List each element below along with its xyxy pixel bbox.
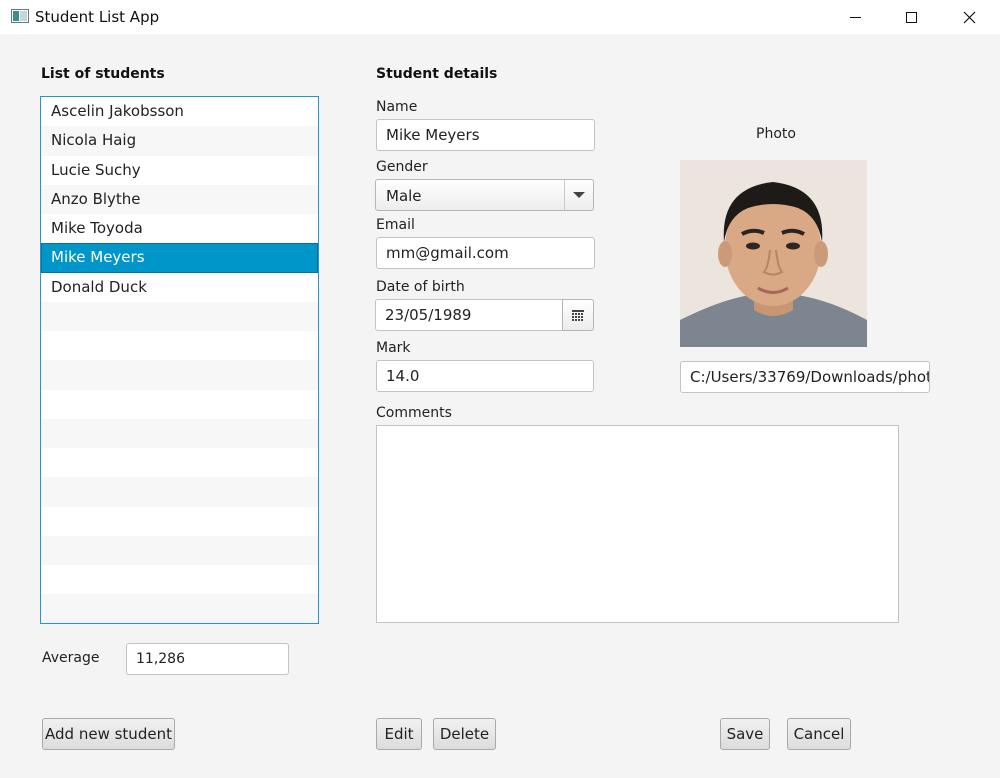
list-item[interactable]: Donald Duck	[41, 273, 318, 302]
close-icon	[963, 11, 975, 23]
dob-field[interactable]: 23/05/1989	[375, 299, 563, 331]
photo-path-field[interactable]: C:/Users/33769/Downloads/photos	[680, 361, 930, 393]
minimize-button[interactable]	[832, 0, 878, 34]
title-bar: Student List App	[0, 0, 1000, 34]
comments-textarea[interactable]	[376, 425, 899, 623]
list-section-title: List of students	[41, 66, 165, 82]
window-title: Student List App	[35, 8, 160, 26]
email-field[interactable]: mm@gmail.com	[376, 237, 595, 269]
list-item-selected[interactable]: Mike Meyers	[41, 243, 318, 273]
comments-label: Comments	[376, 405, 452, 421]
add-student-button[interactable]: Add new student	[42, 718, 175, 750]
list-item[interactable]: Ascelin Jakobsson	[41, 97, 318, 126]
maximize-button[interactable]	[888, 0, 934, 34]
empty-list-row	[41, 477, 318, 507]
photo-label: Photo	[756, 126, 796, 142]
empty-list-row	[41, 594, 318, 623]
save-button[interactable]: Save	[720, 718, 770, 750]
email-label: Email	[376, 217, 415, 233]
gender-label: Gender	[376, 159, 428, 175]
student-photo	[680, 160, 867, 347]
empty-list-row	[41, 535, 318, 565]
empty-list-row	[41, 360, 318, 390]
empty-list-row	[41, 448, 318, 477]
mark-label: Mark	[376, 340, 411, 356]
empty-list-row	[41, 390, 318, 419]
dob-label: Date of birth	[376, 279, 465, 295]
gender-dropdown-button[interactable]	[564, 180, 593, 210]
gender-select[interactable]: Male	[375, 179, 594, 211]
empty-list-row	[41, 507, 318, 536]
cancel-button[interactable]: Cancel	[787, 718, 851, 750]
empty-list-row	[41, 565, 318, 594]
app-icon	[11, 9, 29, 23]
chevron-down-icon	[573, 192, 585, 198]
delete-button[interactable]: Delete	[433, 718, 496, 750]
date-picker-button[interactable]	[562, 299, 594, 331]
list-item[interactable]: Lucie Suchy	[41, 156, 318, 185]
empty-list-row	[41, 301, 318, 331]
maximize-icon	[905, 11, 917, 23]
empty-list-row	[41, 331, 318, 360]
mark-field[interactable]: 14.0	[376, 360, 594, 392]
name-field[interactable]: Mike Meyers	[376, 119, 595, 151]
gender-select-value: Male	[386, 187, 422, 205]
student-list[interactable]: Ascelin Jakobsson Nicola Haig Lucie Such…	[40, 96, 319, 624]
name-label: Name	[376, 99, 418, 115]
list-item[interactable]: Nicola Haig	[41, 126, 318, 156]
empty-list-row	[41, 418, 318, 448]
details-section-title: Student details	[376, 66, 498, 82]
list-item[interactable]: Anzo Blythe	[41, 184, 318, 214]
average-field[interactable]: 11,286	[126, 643, 289, 675]
minimize-icon	[849, 16, 861, 18]
close-button[interactable]	[946, 0, 992, 34]
list-item[interactable]: Mike Toyoda	[41, 214, 318, 243]
average-label: Average	[42, 650, 100, 666]
calendar-icon	[572, 309, 584, 321]
edit-button[interactable]: Edit	[376, 718, 422, 750]
